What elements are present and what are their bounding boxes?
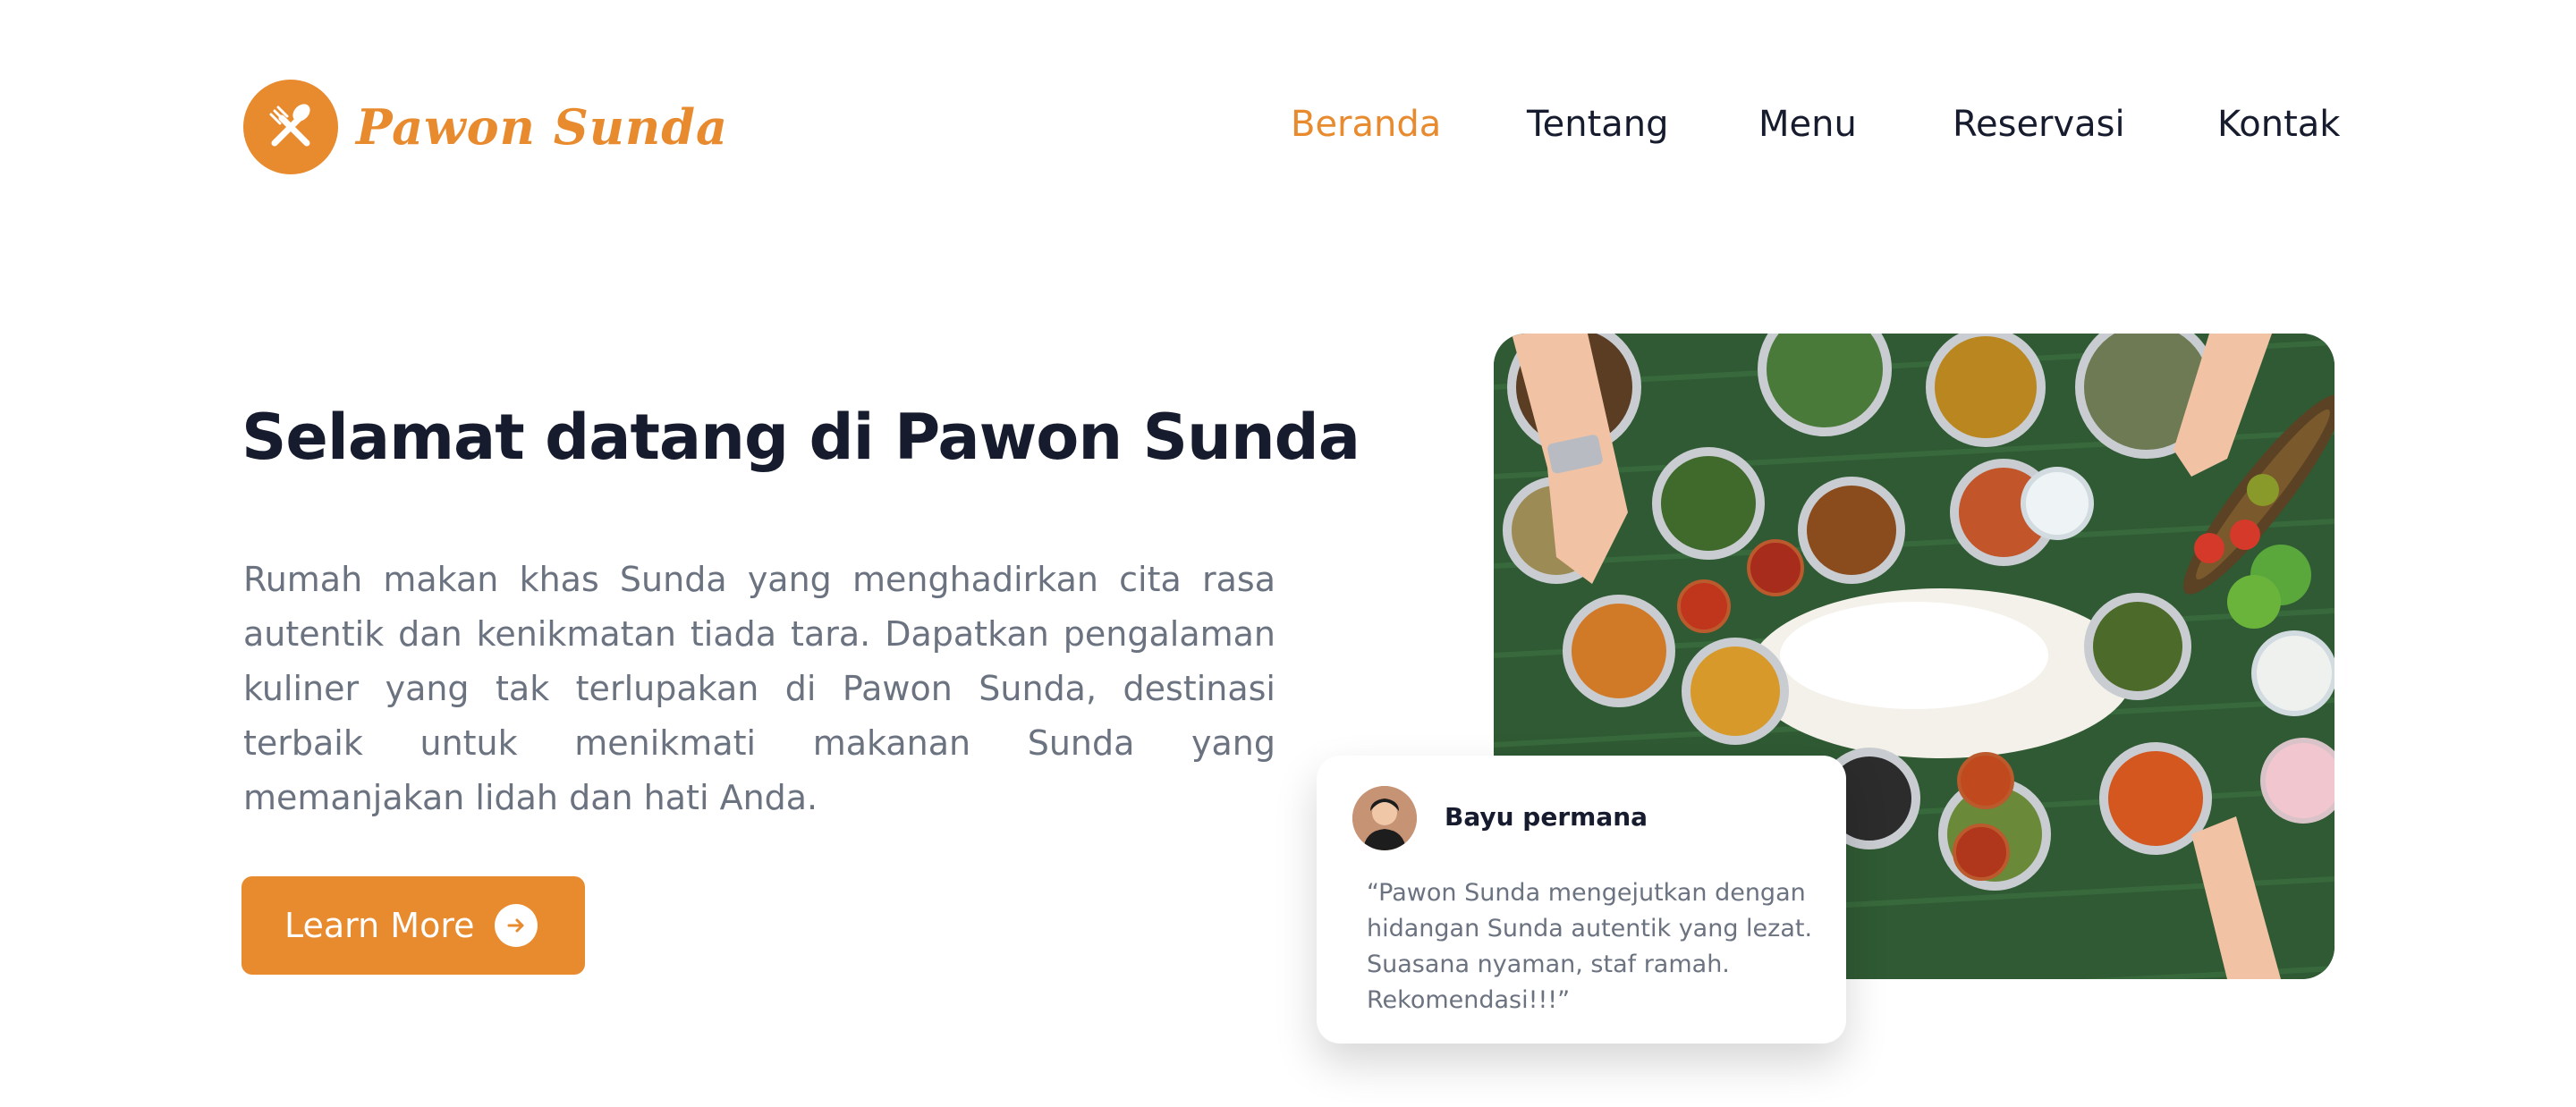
nav-item-beranda[interactable]: Beranda xyxy=(1291,104,1441,145)
avatar xyxy=(1352,786,1417,850)
learn-more-label: Learn More xyxy=(284,906,475,945)
testimonial-quote: “Pawon Sunda mengejutkan dengan hidangan… xyxy=(1367,879,1813,1014)
arrow-right-circle-icon xyxy=(494,904,538,947)
nav-item-menu[interactable]: Menu xyxy=(1758,104,1857,145)
main-nav: Beranda Tentang Menu Reservasi Kontak xyxy=(0,104,2576,157)
testimonial-card: Bayu permana “Pawon Sunda mengejutkan de… xyxy=(1317,756,1846,1044)
nav-item-reservasi[interactable]: Reservasi xyxy=(1953,104,2125,145)
nav-item-kontak[interactable]: Kontak xyxy=(2217,104,2340,145)
hero-description: Rumah makan khas Sunda yang menghadirkan… xyxy=(243,560,1275,817)
testimonial-author: Bayu permana xyxy=(1445,802,1648,832)
hero-title: Selamat datang di Pawon Sunda xyxy=(242,401,1360,474)
learn-more-button[interactable]: Learn More xyxy=(242,876,585,975)
nav-item-tentang[interactable]: Tentang xyxy=(1527,104,1669,145)
